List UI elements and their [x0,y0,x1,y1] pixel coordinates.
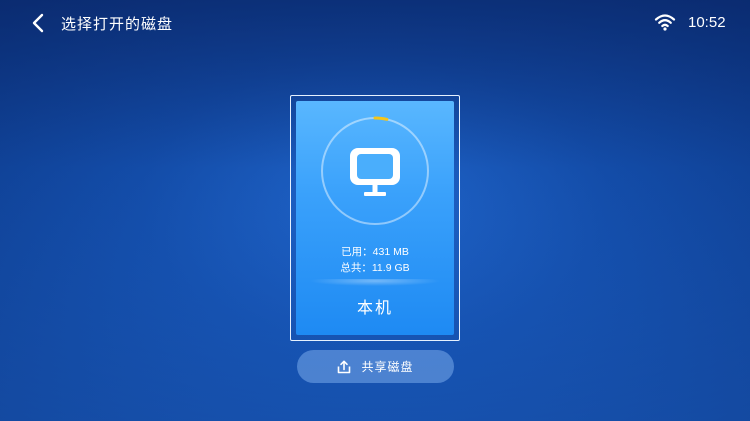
top-bar: 选择打开的磁盘 10:52 [0,0,750,48]
chevron-left-icon [32,13,44,33]
clock: 10:52 [688,14,726,31]
usage-arc [373,116,389,121]
upload-share-icon [338,359,351,373]
back-button[interactable] [28,12,48,34]
share-disk-button[interactable]: 共享磁盘 [297,350,454,383]
disk-name: 本机 [356,298,393,317]
monitor-icon [350,148,400,196]
disk-card-local[interactable]: 已用：431 MB 总共：11.9 GB 本机 [296,101,454,335]
page-title: 选择打开的磁盘 [61,15,174,33]
used-space: 已用：431 MB [341,246,409,258]
usage-ring [321,116,429,225]
wifi-icon [654,14,676,31]
disk-stats: 已用：431 MB 总共：11.9 GB [296,244,454,276]
share-disk-label: 共享磁盘 [361,360,414,374]
total-space: 总共：11.9 GB [340,262,410,274]
divider [310,279,440,289]
